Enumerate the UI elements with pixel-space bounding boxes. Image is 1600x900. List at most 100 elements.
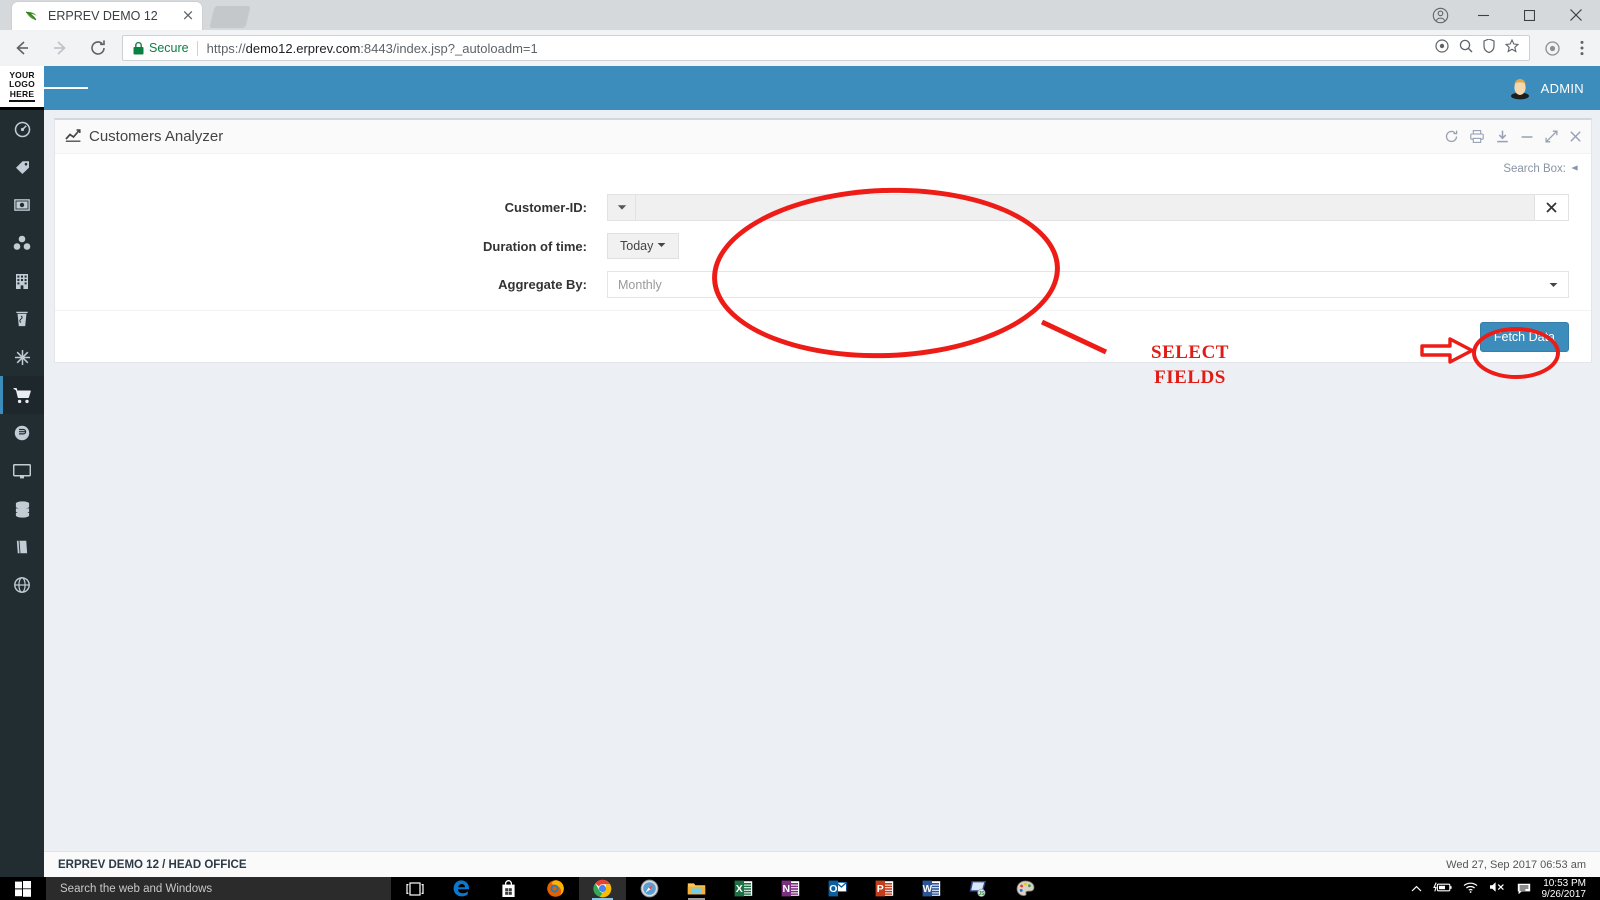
browser-tab-title: ERPREV DEMO 12 — [48, 9, 158, 23]
sidebar-item-dashboard[interactable] — [0, 110, 44, 148]
minus-icon[interactable] — [1521, 131, 1533, 143]
hamburger-icon[interactable] — [44, 66, 89, 110]
caret-down-icon — [1549, 280, 1558, 290]
password-key-icon[interactable] — [1483, 37, 1495, 58]
fetch-data-button[interactable]: Fetch Data — [1479, 321, 1569, 352]
sidebar-item-tags[interactable] — [0, 148, 44, 186]
search-box-label: Search Box: — [1503, 163, 1566, 175]
aggregate-select[interactable]: Monthly — [607, 271, 1569, 298]
new-tab-button[interactable] — [209, 6, 251, 28]
download-icon[interactable] — [1496, 130, 1509, 143]
clear-x-icon[interactable] — [1534, 195, 1568, 220]
firefox-icon[interactable] — [532, 877, 579, 900]
form-row-aggregate: Aggregate By: Monthly — [55, 271, 1591, 298]
panel-tools — [1445, 130, 1581, 143]
sidebar-item-currency[interactable] — [0, 414, 44, 452]
sidebar-item-sales[interactable] — [0, 376, 44, 414]
outlook-icon[interactable]: O — [814, 877, 861, 900]
taskbar-date: 9/26/2017 — [1541, 888, 1587, 900]
omnibox-divider — [196, 40, 198, 56]
sidebar-item-beverage[interactable] — [0, 300, 44, 338]
customer-id-value[interactable] — [636, 195, 1534, 220]
onenote-icon[interactable]: N — [767, 877, 814, 900]
window-close-button[interactable] — [1552, 0, 1600, 30]
windows-search-placeholder: Search the web and Windows — [60, 882, 213, 895]
excel-icon[interactable]: X — [720, 877, 767, 900]
forward-icon[interactable] — [44, 32, 76, 64]
windows-taskbar: Search the web and Windows X N O P W JS … — [0, 877, 1600, 900]
window-controls — [1420, 0, 1600, 30]
safari-icon[interactable] — [626, 877, 673, 900]
remote-desktop-icon[interactable]: JS — [955, 877, 1002, 900]
reload-icon[interactable] — [82, 32, 114, 64]
volume-muted-icon[interactable] — [1489, 880, 1506, 898]
aggregate-field-wrap: Monthly — [607, 271, 1591, 298]
windows-search-box[interactable]: Search the web and Windows — [46, 877, 391, 900]
sidebar-item-building[interactable] — [0, 262, 44, 300]
battery-icon[interactable] — [1432, 880, 1452, 898]
sidebar-item-globe[interactable] — [0, 566, 44, 604]
chrome-icon[interactable] — [579, 877, 626, 900]
omnibox-icons — [1435, 37, 1525, 58]
zoom-icon[interactable] — [1459, 39, 1473, 58]
duration-label: Duration of time: — [483, 238, 587, 254]
cast-icon[interactable] — [1435, 38, 1449, 58]
app-logo[interactable]: YOUR LOGO HERE — [0, 66, 44, 110]
duration-value: Today — [620, 239, 654, 253]
powerpoint-icon[interactable]: P — [861, 877, 908, 900]
folder-icon[interactable] — [673, 877, 720, 900]
sidebar-item-network[interactable] — [0, 224, 44, 262]
topbar-user-area[interactable]: ADMIN — [1507, 75, 1600, 101]
sidebar-item-money[interactable] — [0, 186, 44, 224]
snowflake-icon — [14, 349, 31, 366]
browser-tab[interactable]: ERPREV DEMO 12 × — [12, 2, 202, 30]
status-bar-organization: ERPREV DEMO 12 / HEAD OFFICE — [58, 858, 247, 871]
speedometer-icon — [14, 121, 31, 138]
back-icon[interactable] — [6, 32, 38, 64]
search-box-toggle[interactable]: Search Box: — [1503, 163, 1579, 175]
customer-id-input[interactable] — [607, 194, 1569, 221]
window-maximize-button[interactable] — [1506, 0, 1552, 30]
store-icon[interactable] — [485, 877, 532, 900]
windows-start-icon[interactable] — [0, 877, 46, 900]
duration-dropdown-button[interactable]: Today — [607, 233, 680, 259]
browser-toolbar-right — [1538, 33, 1600, 63]
coffee-cup-icon — [15, 310, 29, 328]
panel-header: Customers Analyzer — [55, 120, 1591, 154]
edge-icon[interactable] — [438, 877, 485, 900]
url-scheme: https:// — [206, 40, 246, 56]
task-view-icon[interactable] — [391, 877, 438, 900]
window-minimize-button[interactable] — [1460, 0, 1506, 30]
show-hidden-icons[interactable] — [1411, 880, 1422, 898]
profile-icon[interactable] — [1420, 0, 1460, 30]
sidebar-item-database[interactable] — [0, 490, 44, 528]
caret-down-icon[interactable] — [608, 195, 636, 220]
form-row-duration: Duration of time: Today — [55, 233, 1591, 259]
url-path: :8443/index.jsp?_autoloadm=1 — [360, 40, 538, 56]
word-icon[interactable]: W — [908, 877, 955, 900]
action-center-icon[interactable] — [1517, 883, 1531, 895]
taskbar-clock[interactable]: 10:53 PM 9/26/2017 — [1542, 878, 1593, 900]
refresh-icon[interactable] — [1445, 130, 1458, 143]
logo-line-3: HERE — [9, 88, 35, 99]
paint-palette-icon[interactable] — [1002, 877, 1049, 900]
wifi-icon[interactable] — [1463, 880, 1478, 898]
user-avatar-icon — [1507, 75, 1533, 101]
browser-tab-close-icon[interactable]: × — [180, 8, 196, 24]
extension-icon[interactable] — [1538, 33, 1566, 63]
sidebar-item-book[interactable] — [0, 528, 44, 566]
caret-down-icon — [657, 242, 666, 250]
content-area: Customers Analyzer Search Box: Customer-… — [44, 110, 1600, 877]
printer-icon[interactable] — [1470, 130, 1484, 143]
expand-arrows-icon[interactable] — [1545, 130, 1558, 143]
close-x-icon[interactable] — [1570, 131, 1581, 142]
sidebar-item-snowflake[interactable] — [0, 338, 44, 376]
menu-dots-icon[interactable] — [1568, 33, 1596, 63]
browser-tab-strip: ERPREV DEMO 12 × — [0, 0, 1600, 30]
bookmark-star-icon[interactable] — [1504, 38, 1520, 58]
database-icon — [15, 500, 30, 518]
address-bar[interactable]: Secure https://demo12.erprev.com:8443/in… — [122, 35, 1530, 61]
sidebar-item-desktop[interactable] — [0, 452, 44, 490]
aggregate-label: Aggregate By: — [498, 277, 587, 292]
currency-circle-icon — [14, 425, 30, 441]
